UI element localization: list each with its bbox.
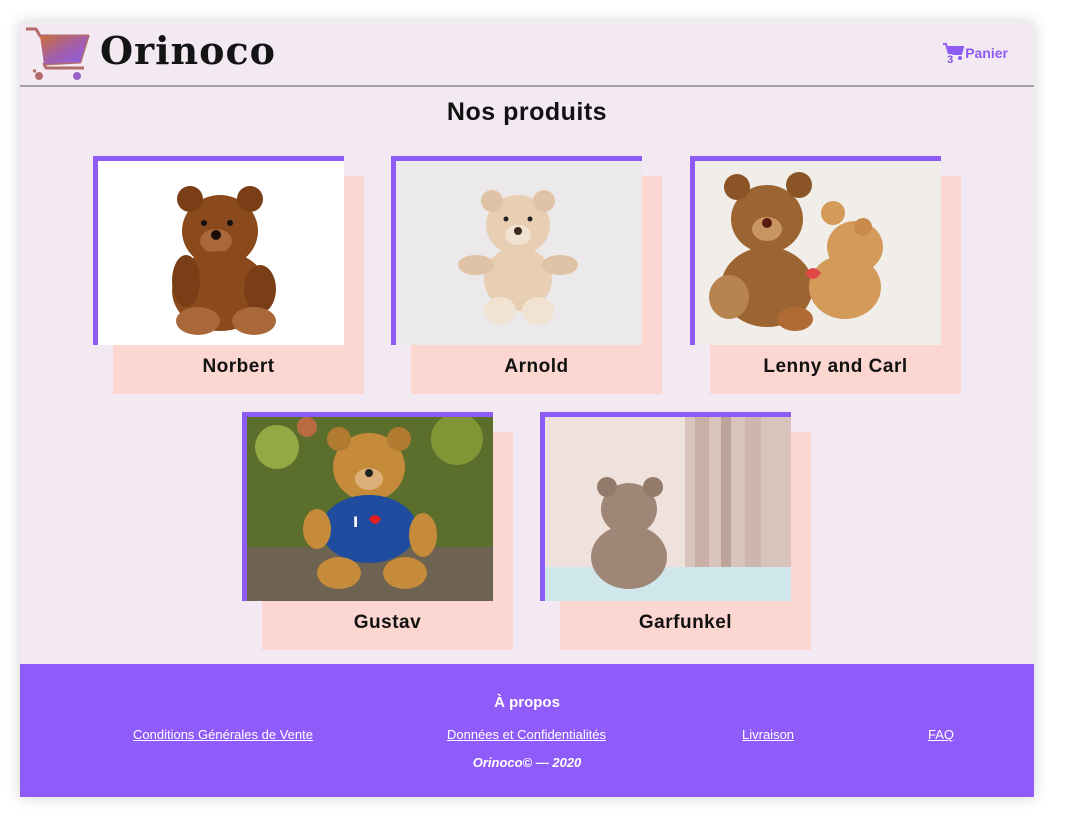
product-card-gustav[interactable]: I Gustav bbox=[242, 412, 513, 650]
product-name[interactable]: Lenny and Carl bbox=[710, 340, 961, 394]
site-footer: À propos Conditions Générales de Vente D… bbox=[20, 664, 1034, 797]
footer-link-faq[interactable]: FAQ bbox=[928, 727, 954, 742]
product-card-arnold[interactable]: Arnold bbox=[391, 156, 662, 394]
site-header: Orinoco 3 Panier bbox=[20, 22, 1034, 87]
product-name[interactable]: Garfunkel bbox=[560, 596, 811, 650]
brand-name[interactable]: Orinoco bbox=[100, 28, 276, 73]
product-name[interactable]: Norbert bbox=[113, 340, 364, 394]
footer-about-heading: À propos bbox=[494, 694, 560, 711]
footer-copyright: Orinoco© — 2020 bbox=[472, 755, 582, 770]
product-image-norbert[interactable] bbox=[93, 156, 344, 345]
product-image-garfunkel[interactable] bbox=[540, 412, 791, 601]
cart-label: Panier bbox=[965, 45, 1008, 61]
footer-link-cgv[interactable]: Conditions Générales de Vente bbox=[133, 727, 313, 742]
product-name[interactable]: Arnold bbox=[411, 340, 662, 394]
cart-icon-wrap: 3 bbox=[942, 42, 965, 66]
page-frame: Orinoco 3 Panier Nos produits Norbert Ar… bbox=[20, 22, 1034, 797]
product-card-norbert[interactable]: Norbert bbox=[93, 156, 364, 394]
cart-link[interactable]: 3 Panier bbox=[942, 42, 1008, 66]
product-image-gustav[interactable]: I bbox=[242, 412, 493, 601]
footer-link-privacy[interactable]: Données et Confidentialités bbox=[447, 727, 606, 742]
shopping-cart-logo-icon bbox=[26, 27, 90, 80]
page-title: Nos produits bbox=[446, 98, 608, 126]
cart-count-badge: 3 bbox=[944, 54, 957, 66]
product-name[interactable]: Gustav bbox=[262, 596, 513, 650]
product-card-lenny-and-carl[interactable]: Lenny and Carl bbox=[690, 156, 961, 394]
product-image-arnold[interactable] bbox=[391, 156, 642, 345]
product-card-garfunkel[interactable]: Garfunkel bbox=[540, 412, 811, 650]
footer-link-shipping[interactable]: Livraison bbox=[742, 727, 794, 742]
svg-text:I: I bbox=[353, 515, 358, 531]
product-image-lenny-and-carl[interactable] bbox=[690, 156, 941, 345]
